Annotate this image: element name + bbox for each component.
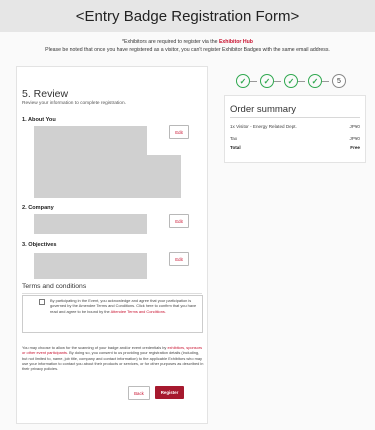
step-3-check-icon: ✓ <box>284 74 298 88</box>
summary-item-label: 1x Visitor - Energy Related Dept. <box>230 124 297 129</box>
step-2-check-icon: ✓ <box>260 74 274 88</box>
notice-line-2: Please be noted that once you have regis… <box>45 47 330 53</box>
edit-about-you-button[interactable]: Edit <box>169 125 189 139</box>
review-subheading: Review your information to complete regi… <box>22 101 126 106</box>
exhibitor-hub-link[interactable]: Exhibitor Hub <box>219 39 253 45</box>
consent-text-before: You may choose to allow for the scanning… <box>22 345 167 350</box>
section-title-company: 2. Company <box>22 205 54 211</box>
section-title-about-you: 1. About You <box>22 117 56 123</box>
summary-total-value: Free <box>350 145 360 150</box>
page-title: <Entry Badge Registration Form> <box>75 7 300 25</box>
review-heading: 5. Review <box>22 88 69 100</box>
terms-checkbox[interactable] <box>39 299 45 305</box>
edit-objectives-button[interactable]: Edit <box>169 252 189 266</box>
step-1-check-icon: ✓ <box>236 74 250 88</box>
notice-line-1: *Exhibitors are required to register via… <box>0 38 375 46</box>
step-connector <box>298 80 305 82</box>
review-form-card: 5. Review Review your information to com… <box>16 66 208 424</box>
summary-row-item: 1x Visitor - Energy Related Dept. JP¥0 <box>230 124 360 129</box>
step-5-current: 5 <box>332 74 346 88</box>
order-summary-divider <box>230 117 360 118</box>
summary-tax-label: Tax <box>230 136 238 141</box>
objectives-redacted-details <box>34 253 147 279</box>
terms-text: By participating in the Event, you ackno… <box>50 298 198 314</box>
section-title-objectives: 3. Objectives <box>22 242 57 248</box>
order-summary-card: Order summary 1x Visitor - Energy Relate… <box>224 95 366 163</box>
order-summary-heading: Order summary <box>230 104 296 115</box>
about-you-redacted-details-2 <box>34 155 181 198</box>
summary-tax-value: JP¥0 <box>349 136 360 141</box>
step-connector <box>274 80 281 82</box>
terms-divider <box>22 293 202 294</box>
terms-heading: Terms and conditions <box>22 283 87 290</box>
progress-stepper: ✓ ✓ ✓ ✓ 5 <box>232 74 362 88</box>
company-redacted-details <box>34 214 147 234</box>
back-button[interactable]: Back <box>128 386 150 400</box>
step-4-check-icon: ✓ <box>308 74 322 88</box>
summary-item-value: JP¥0 <box>349 124 360 129</box>
notice-line-1-text: *Exhibitors are required to register via… <box>122 39 218 45</box>
edit-company-button[interactable]: Edit <box>169 214 189 228</box>
summary-row-tax: Tax JP¥0 <box>230 136 360 141</box>
attendee-terms-link[interactable]: Attendee Terms and Conditions. <box>111 309 166 314</box>
page-title-bar: <Entry Badge Registration Form> <box>0 0 375 32</box>
about-you-redacted-details <box>34 126 147 157</box>
step-connector <box>322 80 329 82</box>
summary-total-label: Total <box>230 145 241 150</box>
step-connector <box>250 80 257 82</box>
register-button[interactable]: Register <box>155 386 184 399</box>
exhibitor-notice: *Exhibitors are required to register via… <box>0 38 375 54</box>
summary-row-total: Total Free <box>230 145 360 150</box>
badge-scan-consent-text: You may choose to allow for the scanning… <box>22 345 204 371</box>
